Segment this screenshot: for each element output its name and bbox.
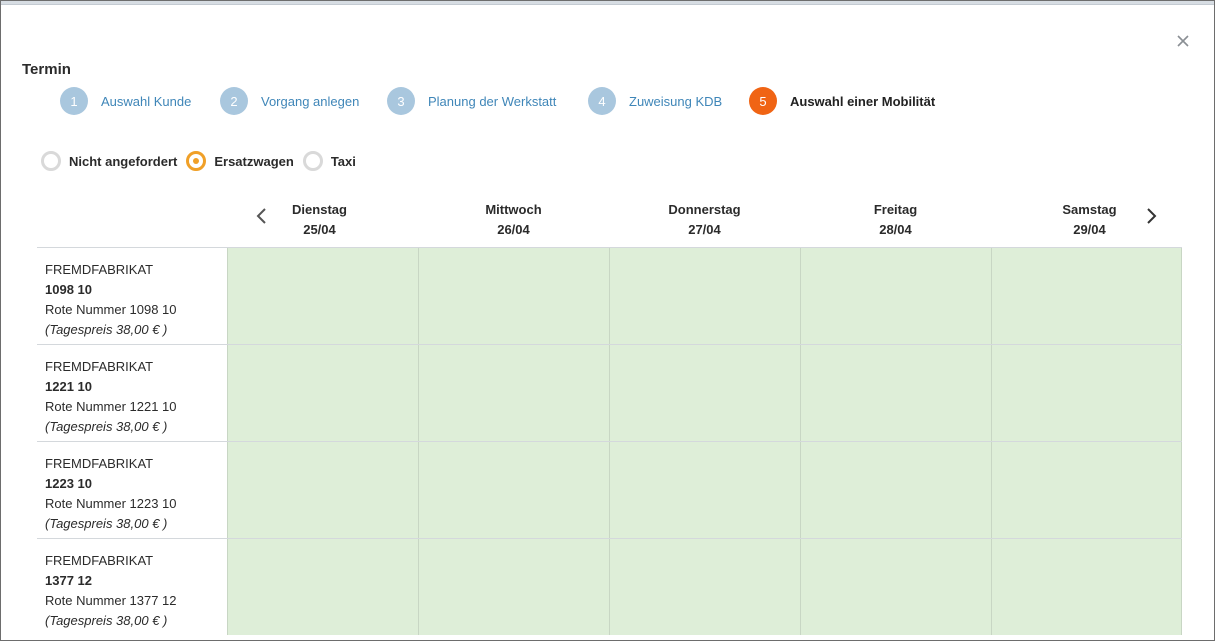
availability-cell[interactable]	[609, 248, 800, 344]
day-header-donnerstag: Donnerstag 27/04	[609, 200, 800, 240]
step-number: 1	[60, 87, 88, 115]
vehicle-red-number: Rote Nummer 1098 10	[45, 302, 177, 317]
radio-nicht-angefordert[interactable]: Nicht angefordert	[41, 151, 177, 171]
step-label: Auswahl Kunde	[101, 93, 192, 109]
wizard-steps: 1 Auswahl Kunde 2 Vorgang anlegen 3 Plan…	[1, 87, 1214, 115]
step-number: 2	[220, 87, 248, 115]
vehicle-info: FREMDFABRIKAT 1221 10 Rote Nummer 1221 1…	[37, 345, 227, 441]
day-date: 27/04	[688, 222, 721, 237]
vehicle-plate: 1377 12	[45, 573, 92, 588]
vehicle-plate: 1221 10	[45, 379, 92, 394]
day-date: 26/04	[497, 222, 530, 237]
vehicle-plate: 1098 10	[45, 282, 92, 297]
availability-cell[interactable]	[800, 248, 991, 344]
mobility-radio-group: Nicht angefordert Ersatzwagen Taxi	[41, 150, 365, 172]
vehicle-row: FREMDFABRIKAT 1098 10 Rote Nummer 1098 1…	[37, 247, 1182, 344]
vehicle-make: FREMDFABRIKAT	[45, 456, 154, 471]
availability-cell[interactable]	[991, 248, 1182, 344]
step-label: Zuweisung KDB	[629, 93, 723, 109]
availability-cell[interactable]	[991, 345, 1182, 441]
vehicle-row: FREMDFABRIKAT 1221 10 Rote Nummer 1221 1…	[37, 344, 1182, 441]
vehicle-price: (Tagespreis 38,00 € )	[45, 516, 168, 531]
vehicle-make: FREMDFABRIKAT	[45, 553, 154, 568]
availability-cell[interactable]	[991, 442, 1182, 538]
vehicle-red-number: Rote Nummer 1221 10	[45, 399, 177, 414]
availability-cell[interactable]	[418, 345, 609, 441]
availability-cell[interactable]	[609, 442, 800, 538]
vehicle-price: (Tagespreis 38,00 € )	[45, 322, 168, 337]
day-date: 28/04	[879, 222, 912, 237]
availability-cell[interactable]	[418, 442, 609, 538]
vehicle-make: FREMDFABRIKAT	[45, 262, 154, 277]
step-label: Auswahl einer Mobilität	[790, 93, 936, 109]
day-header-samstag: Samstag 29/04	[994, 200, 1185, 240]
availability-cell[interactable]	[609, 345, 800, 441]
day-date: 25/04	[303, 222, 336, 237]
availability-cell[interactable]	[227, 442, 418, 538]
vehicle-plate: 1223 10	[45, 476, 92, 491]
vehicle-red-number: Rote Nummer 1223 10	[45, 496, 177, 511]
vehicle-price: (Tagespreis 38,00 € )	[45, 613, 168, 628]
vehicle-row: FREMDFABRIKAT 1223 10 Rote Nummer 1223 1…	[37, 441, 1182, 538]
radio-ersatzwagen[interactable]: Ersatzwagen	[186, 151, 294, 171]
step-label: Planung der Werkstatt	[428, 93, 557, 109]
vehicle-make: FREMDFABRIKAT	[45, 359, 154, 374]
radio-label: Nicht angefordert	[69, 153, 178, 169]
vehicle-info: FREMDFABRIKAT 1223 10 Rote Nummer 1223 1…	[37, 442, 227, 538]
day-name: Freitag	[873, 202, 918, 217]
step-auswahl-mobilitaet[interactable]: 5 Auswahl einer Mobilität	[749, 87, 935, 115]
step-label: Vorgang anlegen	[261, 93, 360, 109]
day-header-freitag: Freitag 28/04	[800, 200, 991, 240]
step-planung-werkstatt[interactable]: 3 Planung der Werkstatt	[387, 87, 556, 115]
radio-label: Ersatzwagen	[214, 153, 294, 169]
availability-cell[interactable]	[418, 539, 609, 635]
step-number: 5	[749, 87, 777, 115]
step-auswahl-kunde[interactable]: 1 Auswahl Kunde	[60, 87, 191, 115]
step-number: 3	[387, 87, 415, 115]
radio-label: Taxi	[330, 153, 356, 169]
availability-cell[interactable]	[609, 539, 800, 635]
radio-circle[interactable]	[186, 151, 207, 171]
day-name: Donnerstag	[668, 202, 741, 217]
dialog-top-border	[1, 1, 1214, 5]
dialog-title: Termin	[22, 61, 71, 78]
day-date: 29/04	[1073, 222, 1106, 237]
availability-cell[interactable]	[991, 539, 1182, 635]
vehicle-red-number: Rote Nummer 1377 12	[45, 593, 177, 608]
availability-cell[interactable]	[800, 442, 991, 538]
radio-circle[interactable]	[41, 151, 61, 171]
day-name: Dienstag	[292, 202, 347, 217]
availability-cell[interactable]	[418, 248, 609, 344]
radio-taxi[interactable]: Taxi	[302, 151, 356, 171]
step-number: 4	[588, 87, 616, 115]
day-header-mittwoch: Mittwoch 26/04	[418, 200, 609, 240]
day-name: Mittwoch	[485, 202, 542, 217]
dialog: Termin 1 Auswahl Kunde 2 Vorgang anlegen…	[0, 0, 1215, 641]
availability-cell[interactable]	[800, 539, 991, 635]
availability-cell[interactable]	[800, 345, 991, 441]
vehicle-row: FREMDFABRIKAT 1377 12 Rote Nummer 1377 1…	[37, 538, 1182, 635]
day-name: Samstag	[1062, 202, 1117, 217]
vehicle-info: FREMDFABRIKAT 1098 10 Rote Nummer 1098 1…	[37, 248, 227, 344]
availability-cell[interactable]	[227, 248, 418, 344]
close-icon[interactable]	[1173, 31, 1193, 51]
vehicle-calendar-grid: FREMDFABRIKAT 1098 10 Rote Nummer 1098 1…	[37, 247, 1182, 635]
vehicle-price: (Tagespreis 38,00 € )	[45, 419, 168, 434]
step-zuweisung-kdb[interactable]: 4 Zuweisung KDB	[588, 87, 722, 115]
radio-circle[interactable]	[302, 151, 323, 171]
availability-cell[interactable]	[227, 539, 418, 635]
step-vorgang-anlegen[interactable]: 2 Vorgang anlegen	[220, 87, 359, 115]
availability-cell[interactable]	[227, 345, 418, 441]
day-header-dienstag: Dienstag 25/04	[224, 200, 415, 240]
vehicle-info: FREMDFABRIKAT 1377 12 Rote Nummer 1377 1…	[37, 539, 227, 635]
